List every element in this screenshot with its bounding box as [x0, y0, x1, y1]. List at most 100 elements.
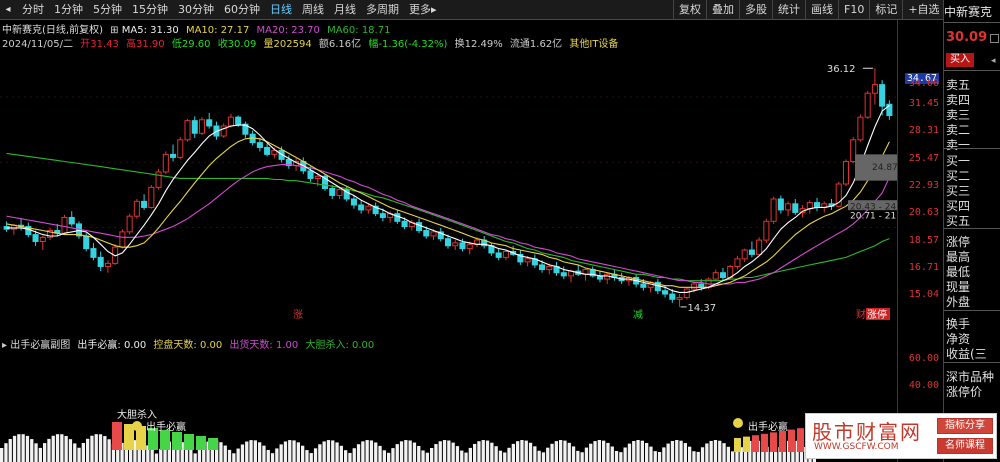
sub-hist-bar	[731, 451, 735, 462]
period-tab[interactable]: 15分钟	[127, 0, 173, 20]
candle-body	[640, 283, 647, 288]
expand-icon[interactable]	[990, 34, 999, 43]
sub-hist-bar	[365, 440, 369, 462]
sub-hist-bar	[197, 448, 202, 462]
sub-hist-bar	[533, 446, 537, 462]
toolbar-button[interactable]: 标记	[869, 0, 902, 20]
sub-signal-bar	[770, 432, 777, 452]
sub-signal-label: 大胆杀入	[117, 408, 157, 421]
sub-hist-bar	[713, 440, 718, 462]
collapse-icon[interactable]: ◂	[991, 56, 996, 66]
sub-signal-bar	[196, 436, 206, 450]
candlestick-chart[interactable]: 36.1214.3724.87 - 220.43 - 2420.71 - 21涨…	[0, 48, 897, 320]
candle-body	[227, 116, 234, 127]
candle-body	[770, 198, 777, 222]
candle-body	[502, 250, 509, 258]
period-tab[interactable]: 60分钟	[219, 0, 265, 20]
toolbar-button[interactable]: 复权	[673, 0, 706, 20]
sub-hist-bar	[395, 444, 399, 462]
candle-body	[307, 170, 314, 179]
candle-body	[394, 213, 401, 222]
low-price-label: 14.37	[688, 303, 717, 314]
nav-arrow-icon[interactable]: ◂	[2, 3, 14, 17]
sub-hist-bar	[606, 442, 610, 462]
sub-hist-bar	[331, 440, 335, 462]
sub-signal-bar	[788, 429, 795, 452]
sub-hist-bar	[430, 448, 434, 462]
sub-hist-bar	[498, 450, 503, 462]
candle-body	[329, 188, 336, 196]
sub-hist-bar	[94, 434, 98, 462]
sub-hist-bar	[700, 447, 705, 462]
candle-body	[459, 242, 466, 250]
sub-signal-bar	[112, 422, 122, 450]
sub-hist-bar	[159, 448, 163, 462]
period-tab[interactable]: 日线	[265, 0, 297, 20]
sub-hist-bar	[81, 442, 85, 462]
sub-hist-bar	[25, 435, 30, 462]
period-tab[interactable]: 周线	[297, 0, 329, 20]
price-axis-label: 22.93	[908, 179, 939, 191]
sub-hist-bar	[361, 441, 365, 462]
candle-body	[546, 265, 553, 271]
sub-hist-bar	[258, 442, 262, 462]
sub-hist-bar	[632, 441, 636, 462]
sub-hist-bar	[688, 446, 692, 462]
period-tab[interactable]: 更多▸	[404, 0, 442, 20]
sub-hist-bar	[374, 442, 378, 462]
period-tab[interactable]: 分时	[17, 0, 49, 20]
toolbar-button[interactable]: 叠加	[706, 0, 739, 20]
candle-body	[177, 139, 184, 158]
price-axis-label: 34.00	[908, 77, 939, 89]
sub-hist-bar	[537, 450, 541, 462]
sub-hist-bar	[150, 449, 154, 462]
price-axis: 34.67 34.00 31.45 28.31 25.47 22.93 20.63 18.57…	[897, 20, 942, 462]
sub-hist-bar	[103, 436, 107, 462]
sub-hist-bar	[735, 451, 739, 462]
sub-hist-bar	[692, 451, 696, 462]
period-tab[interactable]: 30分钟	[173, 0, 219, 20]
period-tab[interactable]: 1分钟	[49, 0, 88, 20]
sub-hist-bar	[425, 452, 429, 462]
candle-body	[314, 175, 321, 179]
sub-hist-bar	[51, 435, 55, 462]
period-tab[interactable]: 多周期	[361, 0, 404, 20]
quote-row-label: 涨停价	[946, 385, 983, 399]
candle-body	[133, 200, 140, 217]
sub-hist-bar	[68, 439, 73, 462]
sub-indicator-chart[interactable]: 大胆杀入出手必赢 出手必赢	[0, 333, 897, 462]
toolbar-button[interactable]: F10	[838, 0, 869, 20]
period-tab[interactable]: 月线	[329, 0, 361, 20]
quote-panel: 中新赛克 30.09 买入 ◂ 卖五 卖四 卖三 卖二 卖一 买一 买二 买三 买四 买五 涨停 最高…	[943, 0, 1000, 462]
sub-hist-bar	[481, 440, 485, 462]
sub-hist-bar	[356, 444, 361, 462]
candle-body	[379, 213, 386, 218]
candle-body	[806, 202, 813, 210]
sub-hist-bar	[301, 445, 305, 462]
toolbar-button[interactable]: 画线	[805, 0, 838, 20]
candle-body	[871, 84, 878, 94]
sub-axis-label: 40.00	[908, 380, 939, 391]
watermark-tag-course: 名师课程	[937, 438, 993, 454]
candle-body	[416, 222, 423, 232]
candle-body	[712, 272, 719, 280]
sub-hist-bar	[421, 450, 425, 462]
toolbar-button[interactable]: 多股	[739, 0, 772, 20]
sub-signal-bar	[761, 433, 768, 452]
event-marker-zhangting: 涨停	[867, 308, 887, 320]
toolbar-button[interactable]: 统计	[772, 0, 805, 20]
sub-hist-bar	[645, 442, 649, 462]
buy-button[interactable]: 买入	[946, 53, 974, 67]
sub-hist-bar	[774, 451, 778, 462]
sub-hist-bar	[571, 446, 576, 462]
sub-hist-bar	[627, 443, 632, 462]
toolbar-button[interactable]: +自选	[902, 0, 944, 20]
sub-signal-label: 出手必赢	[748, 420, 788, 433]
sub-hist-bar	[451, 442, 455, 462]
sub-hist-bar	[387, 452, 391, 462]
candle-body	[444, 238, 452, 247]
period-tab[interactable]: 5分钟	[88, 0, 127, 20]
panel-divider	[944, 148, 1000, 149]
sub-hist-bar	[399, 441, 404, 462]
candle-body	[126, 215, 133, 233]
